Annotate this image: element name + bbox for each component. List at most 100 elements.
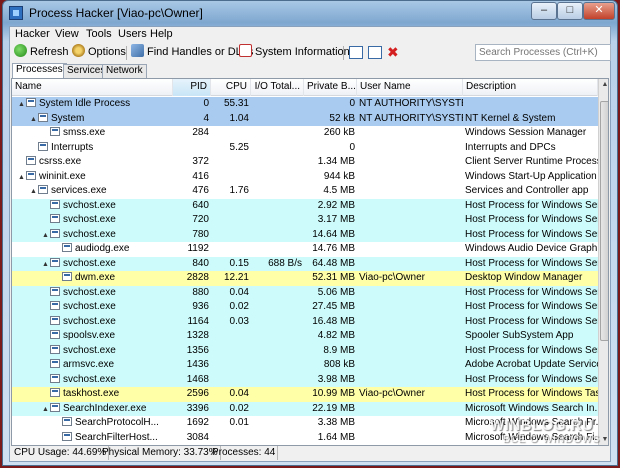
refresh-button[interactable]: Refresh <box>14 44 69 62</box>
process-window-icon <box>50 330 60 339</box>
cpu-cell: 12.21 <box>223 272 249 283</box>
process-row[interactable]: ▲ System Idle Process 0 55.31 0 NT AUTHORITY\… <box>12 97 598 112</box>
watermark-tagline: ВСЁ О WINDOWS <box>503 434 601 445</box>
process-window-icon <box>50 286 60 296</box>
scrollbar-thumb[interactable] <box>600 101 608 341</box>
process-row[interactable]: svchost.exe 1468 3.98 MB Host Process for W… <box>12 372 598 387</box>
process-row[interactable]: ▲ System 4 1.04 52 kB NT AUTHORITY\SYSTEMNT K… <box>12 111 598 126</box>
menu-help[interactable]: Help <box>150 28 173 40</box>
description-cell: Host Process for Windows Ser... <box>465 286 598 298</box>
private-bytes-cell: 260 kB <box>323 127 355 138</box>
cpu-cell <box>211 358 251 372</box>
expand-toggle-icon[interactable]: ▲ <box>30 185 38 198</box>
pid-cell: 640 <box>192 199 209 211</box>
column-header-private-bytes[interactable]: Private B... <box>304 79 357 96</box>
process-row[interactable]: svchost.exe 1356 8.9 MB Host Process for Wi… <box>12 343 598 358</box>
column-header-description[interactable]: Description <box>463 79 598 96</box>
process-row[interactable]: svchost.exe 936 0.02 27.45 MB Host Process f… <box>12 300 598 315</box>
process-window-icon <box>26 98 36 107</box>
column-header-user-name[interactable]: User Name <box>357 79 463 96</box>
tab-processes[interactable]: Processes <box>12 63 67 78</box>
scroll-down-arrow-icon[interactable]: ▼ <box>600 435 608 445</box>
menu-tools[interactable]: Tools <box>86 28 112 40</box>
process-row[interactable]: svchost.exe 720 3.17 MB Host Process for Wi… <box>12 213 598 228</box>
process-window-icon <box>26 170 36 180</box>
column-header-io-total[interactable]: I/O Total... <box>251 79 304 96</box>
window-icon[interactable] <box>349 46 363 59</box>
menu-users[interactable]: Users <box>118 28 147 40</box>
process-window-icon <box>50 344 60 354</box>
user-name-cell <box>357 315 463 329</box>
process-name: svchost.exe <box>63 199 116 211</box>
pid-cell: 780 <box>192 228 209 240</box>
process-row[interactable]: ▲ wininit.exe 416 944 kB Windows Start-Up Ap… <box>12 169 598 184</box>
window-title: Process Hacker [Viao-pc\Owner] <box>29 6 203 20</box>
process-row[interactable]: svchost.exe 880 0.04 5.06 MB Host Process fo… <box>12 285 598 300</box>
minimize-button[interactable]: – <box>531 2 557 20</box>
user-name-cell: NT AUTHORITY\SYSTEM <box>359 98 463 109</box>
expand-toggle-icon[interactable]: ▲ <box>30 113 38 126</box>
description-cell: Host Process for Windows Ser... <box>465 373 598 385</box>
maximize-button[interactable]: □ <box>557 2 583 20</box>
process-name: services.exe <box>51 185 107 196</box>
process-row[interactable]: ▲ svchost.exe 840 0.15 688 B/s 64.48 MB Host P… <box>12 256 598 271</box>
process-name: audiodg.exe <box>75 243 130 254</box>
find-handles-button[interactable]: Find Handles or DLLs <box>131 44 253 62</box>
private-bytes-cell: 27.45 MB <box>312 301 355 312</box>
expand-toggle-icon[interactable]: ▲ <box>42 403 50 416</box>
terminate-x-icon[interactable]: ✖ <box>387 44 399 61</box>
title-bar[interactable]: Process Hacker [Viao-pc\Owner] – □ ✕ <box>3 1 617 25</box>
system-information-button[interactable]: System Information <box>239 44 350 62</box>
process-window-icon <box>50 402 60 412</box>
io-total-cell <box>251 155 304 169</box>
process-row[interactable]: smss.exe 284 260 kB Windows Session Manager <box>12 126 598 141</box>
process-row[interactable]: taskhost.exe 2596 0.04 10.99 MB Viao-pc\Owne… <box>12 387 598 402</box>
io-total-cell <box>251 416 304 430</box>
cpu-cell: 0.03 <box>229 315 249 327</box>
process-row[interactable]: csrss.exe 372 1.34 MB Client Server Runtime… <box>12 155 598 170</box>
process-row[interactable]: armsvc.exe 1436 808 kB Adobe Acrobat Update… <box>12 358 598 373</box>
expand-toggle-icon[interactable]: ▲ <box>18 171 26 184</box>
close-button[interactable]: ✕ <box>583 2 615 20</box>
expand-toggle-icon[interactable]: ▲ <box>42 229 50 242</box>
export-window-icon[interactable] <box>368 46 382 59</box>
private-bytes-cell: 5.06 MB <box>317 286 355 298</box>
process-name-cell: csrss.exe <box>16 155 173 169</box>
process-row[interactable]: spoolsv.exe 1328 4.82 MB Spooler SubSystem … <box>12 329 598 344</box>
cpu-cell <box>211 242 251 256</box>
io-total-cell <box>251 373 304 387</box>
user-name-cell <box>357 300 463 314</box>
pid-cell: 1192 <box>187 243 209 254</box>
process-row[interactable]: svchost.exe 1164 0.03 16.48 MB Host Process … <box>12 314 598 329</box>
process-tree-list[interactable]: Name PID CPU I/O Total... Private B... U… <box>11 78 609 446</box>
process-window-icon <box>38 141 48 151</box>
vertical-scrollbar[interactable]: ▲ ▼ <box>598 79 608 445</box>
menu-hacker[interactable]: Hacker <box>15 28 50 40</box>
private-bytes-cell: 2.92 MB <box>317 199 355 211</box>
column-header-name[interactable]: Name <box>12 79 173 96</box>
search-processes-input[interactable] <box>475 44 611 61</box>
process-row[interactable]: ▲ SearchIndexer.exe 3396 0.02 22.19 MB Micros… <box>12 401 598 416</box>
pid-cell: 936 <box>192 301 209 312</box>
user-name-cell <box>357 242 463 256</box>
process-row[interactable]: Interrupts 5.25 0 Interrupts and DPCs <box>12 140 598 155</box>
process-hacker-icon <box>9 6 23 20</box>
column-header-pid[interactable]: PID <box>173 79 211 96</box>
status-bar: CPU Usage: 44.69% Physical Memory: 33.73… <box>10 446 610 461</box>
scroll-up-arrow-icon[interactable]: ▲ <box>600 80 608 90</box>
private-bytes-cell: 1.64 MB <box>317 431 355 443</box>
process-row[interactable]: ▲ services.exe 476 1.76 4.5 MB Services and C… <box>12 184 598 199</box>
menu-view[interactable]: View <box>55 28 79 40</box>
process-row[interactable]: ▲ svchost.exe 780 14.64 MB Host Process for … <box>12 227 598 242</box>
description-cell: Services and Controller app <box>465 185 589 196</box>
cpu-cell: 5.25 <box>229 141 249 153</box>
expand-toggle-icon[interactable]: ▲ <box>18 98 26 111</box>
process-row[interactable]: svchost.exe 640 2.92 MB Host Process for Wi… <box>12 198 598 213</box>
options-button[interactable]: Options <box>72 44 126 62</box>
tab-network[interactable]: Network <box>102 64 147 78</box>
cpu-cell: 0.04 <box>229 286 249 298</box>
process-row[interactable]: audiodg.exe 1192 14.76 MB Windows Audio Dev… <box>12 242 598 257</box>
expand-toggle-icon[interactable]: ▲ <box>42 258 50 271</box>
column-header-cpu[interactable]: CPU <box>211 79 251 96</box>
process-row[interactable]: dwm.exe 2828 12.21 52.31 MB Viao-pc\Owner Des… <box>12 271 598 286</box>
